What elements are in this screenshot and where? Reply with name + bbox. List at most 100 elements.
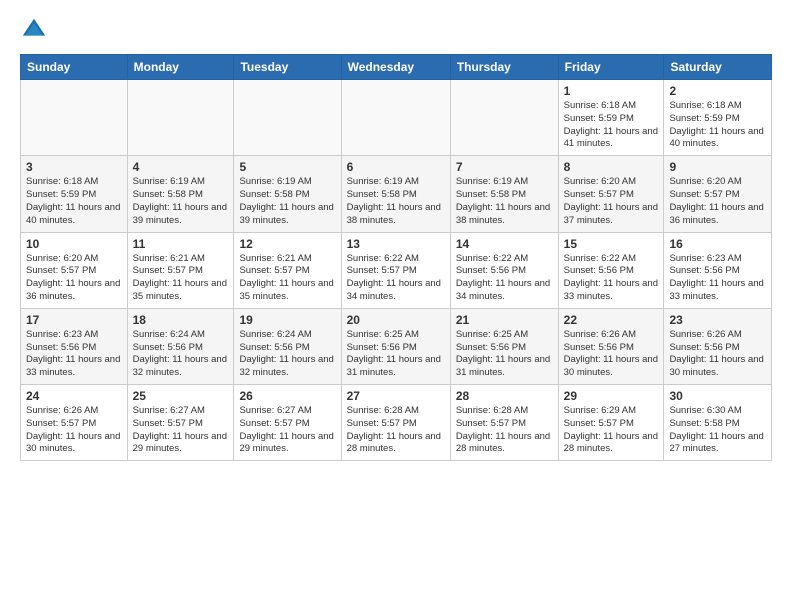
day-info: Sunrise: 6:20 AM Sunset: 5:57 PM Dayligh… (669, 176, 766, 227)
day-number: 27 (347, 389, 445, 403)
day-number: 14 (456, 237, 553, 251)
calendar-cell: 13Sunrise: 6:22 AM Sunset: 5:57 PM Dayli… (341, 232, 450, 308)
weekday-header-monday: Monday (127, 55, 234, 80)
day-info: Sunrise: 6:18 AM Sunset: 5:59 PM Dayligh… (669, 100, 766, 151)
day-number: 19 (239, 313, 335, 327)
day-info: Sunrise: 6:20 AM Sunset: 5:57 PM Dayligh… (564, 176, 659, 227)
calendar-cell: 29Sunrise: 6:29 AM Sunset: 5:57 PM Dayli… (558, 385, 664, 461)
calendar-cell: 2Sunrise: 6:18 AM Sunset: 5:59 PM Daylig… (664, 80, 772, 156)
calendar-cell: 16 Sunrise: 6:23 AM Sunset: 5:56 PM Dayli… (664, 232, 772, 308)
calendar-cell: 20Sunrise: 6:25 AM Sunset: 5:56 PM Dayli… (341, 308, 450, 384)
day-number: 22 (564, 313, 659, 327)
day-number: 3 (26, 160, 122, 174)
calendar-cell (450, 80, 558, 156)
day-number: 29 (564, 389, 659, 403)
day-number: 30 (669, 389, 766, 403)
day-info: Sunrise: 6:30 AM Sunset: 5:58 PM Dayligh… (669, 405, 766, 456)
logo-icon (20, 16, 48, 44)
day-info: Sunrise: 6:22 AM Sunset: 5:56 PM Dayligh… (456, 253, 553, 304)
day-number: 7 (456, 160, 553, 174)
calendar-cell (21, 80, 128, 156)
calendar-cell: 18 Sunrise: 6:24 AM Sunset: 5:56 PM Dayli… (127, 308, 234, 384)
day-number: 13 (347, 237, 445, 251)
weekday-header-tuesday: Tuesday (234, 55, 341, 80)
day-number: 18 (133, 313, 229, 327)
weekday-header-row: SundayMondayTuesdayWednesdayThursdayFrid… (21, 55, 772, 80)
weekday-header-thursday: Thursday (450, 55, 558, 80)
header (20, 16, 772, 44)
calendar-cell: 30 Sunrise: 6:30 AM Sunset: 5:58 PM Dayli… (664, 385, 772, 461)
day-info: Sunrise: 6:28 AM Sunset: 5:57 PM Dayligh… (456, 405, 553, 456)
day-info: Sunrise: 6:18 AM Sunset: 5:59 PM Dayligh… (26, 176, 122, 227)
calendar-cell: 14 Sunrise: 6:22 AM Sunset: 5:56 PM Dayli… (450, 232, 558, 308)
day-number: 6 (347, 160, 445, 174)
page: SundayMondayTuesdayWednesdayThursdayFrid… (0, 0, 792, 612)
day-info: Sunrise: 6:19 AM Sunset: 5:58 PM Dayligh… (133, 176, 229, 227)
calendar-cell (127, 80, 234, 156)
day-info: Sunrise: 6:27 AM Sunset: 5:57 PM Dayligh… (239, 405, 335, 456)
calendar-cell: 8 Sunrise: 6:20 AM Sunset: 5:57 PM Daylig… (558, 156, 664, 232)
day-number: 21 (456, 313, 553, 327)
day-number: 12 (239, 237, 335, 251)
calendar-cell: 25 Sunrise: 6:27 AM Sunset: 5:57 PM Dayli… (127, 385, 234, 461)
day-info: Sunrise: 6:27 AM Sunset: 5:57 PM Dayligh… (133, 405, 229, 456)
calendar-cell: 11Sunrise: 6:21 AM Sunset: 5:57 PM Dayli… (127, 232, 234, 308)
day-number: 9 (669, 160, 766, 174)
calendar-cell: 15 Sunrise: 6:22 AM Sunset: 5:56 PM Dayli… (558, 232, 664, 308)
calendar-week-4: 17Sunrise: 6:23 AM Sunset: 5:56 PM Dayli… (21, 308, 772, 384)
calendar-cell: 3 Sunrise: 6:18 AM Sunset: 5:59 PM Daylig… (21, 156, 128, 232)
day-number: 26 (239, 389, 335, 403)
day-number: 24 (26, 389, 122, 403)
calendar-cell: 12Sunrise: 6:21 AM Sunset: 5:57 PM Dayli… (234, 232, 341, 308)
weekday-header-sunday: Sunday (21, 55, 128, 80)
day-number: 15 (564, 237, 659, 251)
day-number: 10 (26, 237, 122, 251)
calendar-cell: 22 Sunrise: 6:26 AM Sunset: 5:56 PM Dayli… (558, 308, 664, 384)
day-info: Sunrise: 6:20 AM Sunset: 5:57 PM Dayligh… (26, 253, 122, 304)
day-info: Sunrise: 6:26 AM Sunset: 5:56 PM Dayligh… (669, 329, 766, 380)
calendar-cell: 23 Sunrise: 6:26 AM Sunset: 5:56 PM Dayli… (664, 308, 772, 384)
calendar-cell: 9 Sunrise: 6:20 AM Sunset: 5:57 PM Daylig… (664, 156, 772, 232)
day-number: 16 (669, 237, 766, 251)
calendar-cell: 7 Sunrise: 6:19 AM Sunset: 5:58 PM Daylig… (450, 156, 558, 232)
calendar-week-5: 24Sunrise: 6:26 AM Sunset: 5:57 PM Dayli… (21, 385, 772, 461)
day-number: 1 (564, 84, 659, 98)
day-number: 25 (133, 389, 229, 403)
calendar-cell (341, 80, 450, 156)
calendar-cell: 26 Sunrise: 6:27 AM Sunset: 5:57 PM Dayli… (234, 385, 341, 461)
weekday-header-wednesday: Wednesday (341, 55, 450, 80)
calendar-cell (234, 80, 341, 156)
day-number: 28 (456, 389, 553, 403)
calendar-cell: 6Sunrise: 6:19 AM Sunset: 5:58 PM Daylig… (341, 156, 450, 232)
calendar-cell: 28 Sunrise: 6:28 AM Sunset: 5:57 PM Dayli… (450, 385, 558, 461)
day-info: Sunrise: 6:23 AM Sunset: 5:56 PM Dayligh… (26, 329, 122, 380)
day-info: Sunrise: 6:24 AM Sunset: 5:56 PM Dayligh… (133, 329, 229, 380)
calendar-table: SundayMondayTuesdayWednesdayThursdayFrid… (20, 54, 772, 461)
day-info: Sunrise: 6:28 AM Sunset: 5:57 PM Dayligh… (347, 405, 445, 456)
day-info: Sunrise: 6:26 AM Sunset: 5:56 PM Dayligh… (564, 329, 659, 380)
calendar-cell: 1 Sunrise: 6:18 AM Sunset: 5:59 PM Daylig… (558, 80, 664, 156)
day-number: 20 (347, 313, 445, 327)
calendar-cell: 5 Sunrise: 6:19 AM Sunset: 5:58 PM Daylig… (234, 156, 341, 232)
calendar-cell: 24Sunrise: 6:26 AM Sunset: 5:57 PM Dayli… (21, 385, 128, 461)
day-info: Sunrise: 6:19 AM Sunset: 5:58 PM Dayligh… (239, 176, 335, 227)
calendar-cell: 4 Sunrise: 6:19 AM Sunset: 5:58 PM Daylig… (127, 156, 234, 232)
calendar-cell: 19 Sunrise: 6:24 AM Sunset: 5:56 PM Dayli… (234, 308, 341, 384)
calendar-cell: 10 Sunrise: 6:20 AM Sunset: 5:57 PM Dayli… (21, 232, 128, 308)
day-number: 4 (133, 160, 229, 174)
calendar-cell: 21Sunrise: 6:25 AM Sunset: 5:56 PM Dayli… (450, 308, 558, 384)
day-number: 23 (669, 313, 766, 327)
day-info: Sunrise: 6:22 AM Sunset: 5:56 PM Dayligh… (564, 253, 659, 304)
day-number: 11 (133, 237, 229, 251)
calendar-week-3: 10 Sunrise: 6:20 AM Sunset: 5:57 PM Dayli… (21, 232, 772, 308)
day-info: Sunrise: 6:24 AM Sunset: 5:56 PM Dayligh… (239, 329, 335, 380)
day-info: Sunrise: 6:19 AM Sunset: 5:58 PM Dayligh… (456, 176, 553, 227)
calendar-cell: 17Sunrise: 6:23 AM Sunset: 5:56 PM Dayli… (21, 308, 128, 384)
day-info: Sunrise: 6:18 AM Sunset: 5:59 PM Dayligh… (564, 100, 659, 151)
logo (20, 16, 52, 44)
calendar-cell: 27 Sunrise: 6:28 AM Sunset: 5:57 PM Dayli… (341, 385, 450, 461)
day-number: 5 (239, 160, 335, 174)
day-number: 8 (564, 160, 659, 174)
day-info: Sunrise: 6:23 AM Sunset: 5:56 PM Dayligh… (669, 253, 766, 304)
calendar-week-2: 3 Sunrise: 6:18 AM Sunset: 5:59 PM Daylig… (21, 156, 772, 232)
